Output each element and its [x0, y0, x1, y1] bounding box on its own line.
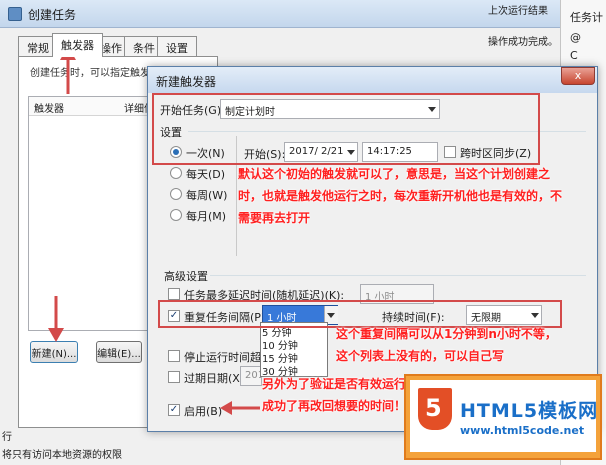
- radio-weekly-label: 每周(W): [186, 189, 228, 202]
- new-trigger-button[interactable]: 新建(N)...: [30, 341, 78, 363]
- delay-checkbox[interactable]: [168, 288, 180, 300]
- radio-monthly-label: 每月(M): [186, 210, 227, 223]
- last-run-result-header: 上次运行结果: [488, 6, 548, 17]
- enable-checkbox[interactable]: ✓: [168, 404, 180, 416]
- tab-triggers[interactable]: 触发器: [52, 33, 103, 57]
- create-task-title: 创建任务: [28, 8, 77, 22]
- bottom-option-text: 行: [2, 432, 12, 443]
- actions-item[interactable]: @: [570, 31, 581, 44]
- html5-shield-number: 5: [425, 394, 442, 422]
- advanced-divider: [210, 275, 586, 276]
- local-resources-text: 将只有访问本地资源的权限: [2, 450, 122, 461]
- operation-completed-text: 操作成功完成。: [488, 37, 558, 48]
- radio-daily[interactable]: [170, 167, 182, 179]
- enable-label: 启用(B): [184, 405, 223, 418]
- advanced-group-label: 高级设置: [164, 270, 208, 283]
- edit-trigger-button[interactable]: 编辑(E)...: [96, 341, 142, 363]
- column-trigger[interactable]: 触发器: [34, 100, 64, 115]
- expire-date-input[interactable]: 2018: [240, 366, 262, 386]
- arrow-down-icon: [48, 296, 64, 342]
- radio-weekly[interactable]: [170, 188, 182, 200]
- logo-url: www.html5code.net: [460, 424, 585, 437]
- stop-after-checkbox[interactable]: [168, 350, 180, 362]
- close-button[interactable]: x: [561, 67, 595, 85]
- annotation-repeat-interval: 这个重复间隔可以从1分钟到n小时不等，这个列表上没有的，可以自己写: [336, 327, 557, 363]
- task-scheduler-tab[interactable]: 任务计: [570, 9, 603, 25]
- tab-settings[interactable]: 设置: [157, 36, 197, 56]
- arrow-left-icon: [220, 401, 260, 415]
- expire-checkbox[interactable]: [168, 371, 180, 383]
- begin-task-highlight-box: [152, 93, 540, 165]
- radio-monthly[interactable]: [170, 209, 182, 221]
- actions-item[interactable]: C: [570, 49, 578, 62]
- radio-daily-label: 每天(D): [186, 168, 226, 181]
- annotation-default-trigger: 默认这个初始的触发就可以了，意思是，当这个计划创建之时，也就是触发他运行之时，每…: [238, 167, 563, 225]
- expire-label: 过期日期(X):: [184, 372, 248, 385]
- stop-after-label: 停止运行时间超过: [184, 351, 272, 364]
- task-scheduler-icon: [8, 7, 22, 21]
- logo-title: HTML5模板网: [460, 400, 599, 422]
- new-trigger-title: 新建触发器: [156, 75, 217, 89]
